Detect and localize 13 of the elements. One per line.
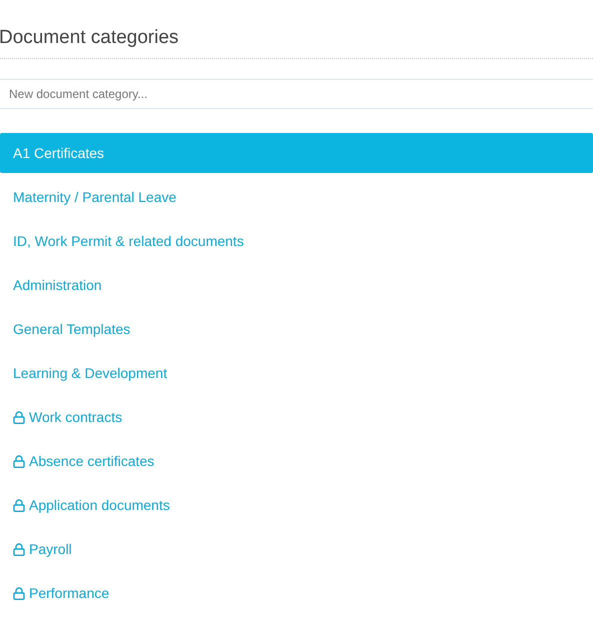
category-item[interactable]: Application documents [0, 483, 593, 527]
page-title: Document categories [0, 26, 180, 50]
category-item[interactable]: ID, Work Permit & related documents [0, 219, 593, 263]
category-item[interactable]: General Templates [0, 307, 593, 351]
new-category-field[interactable]: New document category... [0, 80, 593, 108]
category-item[interactable]: Performance [0, 571, 593, 615]
category-item[interactable]: Maternity / Parental Leave [0, 175, 593, 219]
category-item[interactable]: Work contracts [0, 395, 593, 439]
category-item[interactable]: Absence certificates [0, 439, 593, 483]
category-item[interactable]: Learning & Development [0, 351, 593, 395]
category-item[interactable]: A1 Certificates [0, 133, 593, 173]
category-item[interactable]: Administration [0, 263, 593, 307]
category-item[interactable]: Payroll [0, 527, 593, 571]
